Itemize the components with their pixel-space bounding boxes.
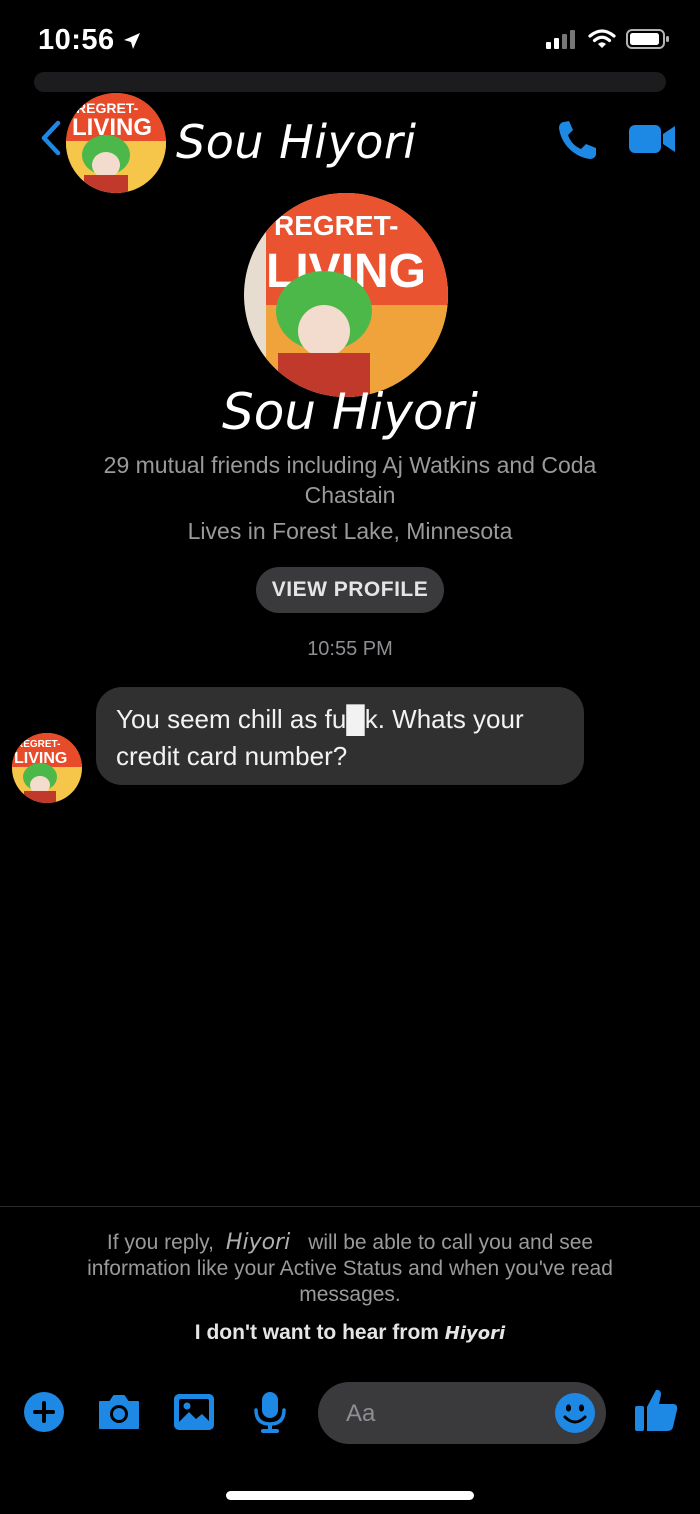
chevron-left-icon[interactable] [36, 120, 66, 156]
plus-circle-icon[interactable] [22, 1390, 66, 1434]
divider [0, 1206, 700, 1207]
status-indicators [546, 28, 670, 50]
contact-name-header[interactable]: Sou Hiyori [176, 115, 417, 169]
profile-location: Lives in Forest Lake, Minnesota [187, 518, 513, 544]
camera-icon[interactable] [96, 1390, 142, 1434]
battery-icon [626, 29, 669, 49]
navigation-strip [34, 72, 666, 92]
phone-icon[interactable] [556, 118, 602, 162]
mutual-friends: 29 mutual friends including Aj Watkins a… [103, 452, 597, 508]
message-composer[interactable] [318, 1382, 606, 1446]
location-arrow-icon [124, 33, 141, 49]
profile-avatar-image: REGRET- LIVING [244, 193, 448, 397]
notice-name: Hiyori [225, 1230, 291, 1255]
block-name: Hiyori [444, 1323, 506, 1344]
status-time-text: 10:56 [38, 24, 115, 56]
smiley-icon[interactable] [554, 1392, 596, 1434]
home-indicator [226, 1491, 474, 1500]
status-time: 10:56 [38, 24, 141, 57]
notice-prefix: If you reply, [106, 1231, 214, 1254]
wifi-icon [588, 29, 616, 48]
sender-avatar-image: REGRET- LIVING [12, 733, 82, 803]
microphone-icon[interactable] [248, 1390, 292, 1434]
message-input[interactable] [344, 1382, 548, 1446]
block-requests-link[interactable]: I don't want to hear from Hiyori [0, 1321, 700, 1345]
view-profile-button[interactable]: VIEW PROFILE [256, 567, 444, 613]
profile-avatar-text-top: REGRET- [274, 210, 398, 241]
header-avatar[interactable]: REGRET- LIVING [66, 93, 166, 193]
message-bubble[interactable]: You seem chill as fu█k. Whats your credi… [96, 687, 584, 785]
video-camera-icon[interactable] [628, 122, 676, 156]
profile-name: Sou Hiyori [221, 383, 479, 441]
image-icon[interactable] [172, 1390, 216, 1434]
profile-avatar[interactable]: REGRET- LIVING [244, 193, 448, 397]
message-text: You seem chill as fu█k. Whats your credi… [116, 704, 524, 771]
avatar-image: REGRET- LIVING [66, 93, 166, 193]
cellular-signal-icon [546, 30, 575, 49]
message-timestamp: 10:55 PM [307, 638, 393, 660]
thumbs-up-icon[interactable] [632, 1386, 680, 1434]
sender-avatar-text-top: REGRET- [16, 739, 60, 750]
sender-avatar[interactable]: REGRET- LIVING [12, 733, 82, 803]
message-request-notice: If you reply, Hiyori will be able to call … [60, 1230, 640, 1308]
block-prefix: I don't want to hear from [194, 1321, 439, 1344]
